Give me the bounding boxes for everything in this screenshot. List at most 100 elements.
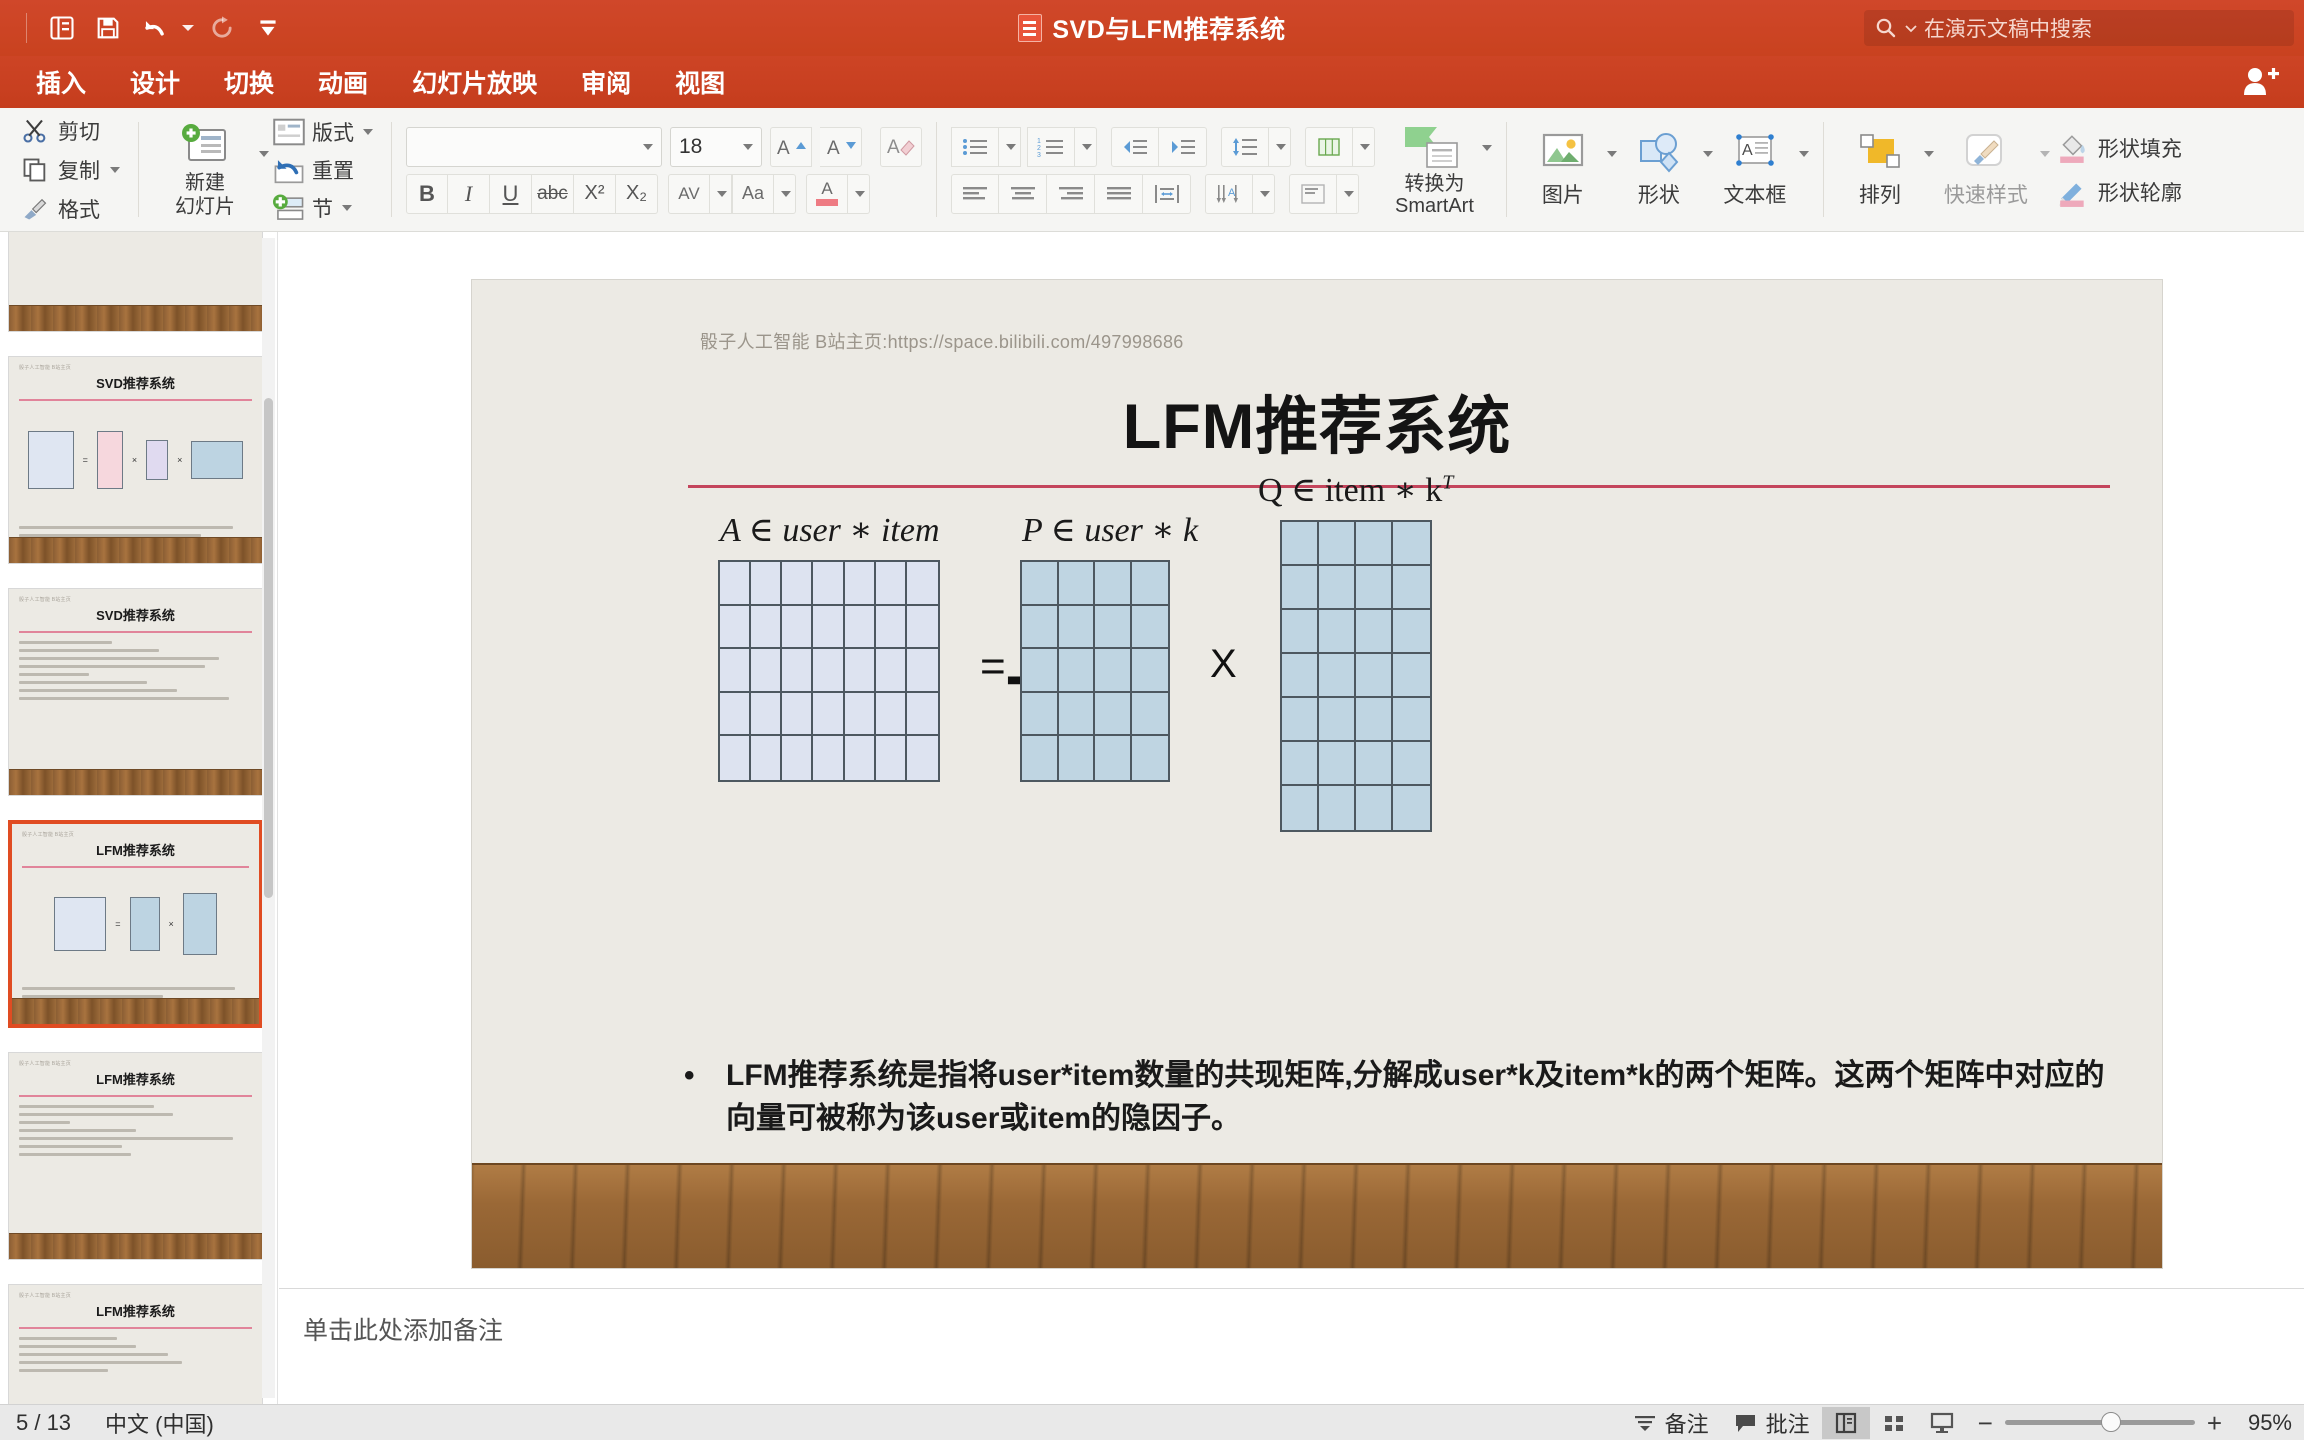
- arrange-caret-icon[interactable]: [1922, 131, 1934, 175]
- convert-to-smartart-button[interactable]: 转换为 SmartArt: [1389, 123, 1480, 218]
- format-painter-button[interactable]: 格式: [16, 192, 124, 226]
- font-size-input[interactable]: 18: [670, 126, 762, 167]
- grow-font-button[interactable]: A: [770, 126, 812, 167]
- new-slide-button[interactable]: 新建 幻灯片: [153, 122, 257, 219]
- menu-item-animations[interactable]: 动画: [296, 60, 390, 104]
- menu-item-design[interactable]: 设计: [108, 60, 202, 104]
- align-left-button[interactable]: [951, 173, 999, 214]
- shape-outline-button[interactable]: 形状轮廓: [2056, 173, 2182, 211]
- layout-caret-icon[interactable]: [363, 129, 373, 135]
- zoom-slider-knob[interactable]: [2100, 1412, 2121, 1432]
- copy-caret-icon[interactable]: [110, 167, 120, 173]
- subscript-button[interactable]: X₂: [616, 173, 658, 214]
- zoom-out-button[interactable]: −: [1978, 1410, 1993, 1436]
- italic-button[interactable]: I: [448, 173, 490, 214]
- customize-toolbar-icon[interactable]: [245, 6, 291, 50]
- slide-title[interactable]: LFM推荐系统: [472, 376, 2162, 467]
- current-slide[interactable]: 骰子人工智能 B站主页:https://space.bilibili.com/4…: [472, 280, 2162, 1268]
- strikethrough-button[interactable]: abc: [532, 173, 574, 214]
- arrange-button[interactable]: 排列: [1838, 131, 1922, 209]
- text-direction-caret-icon[interactable]: [1253, 173, 1275, 214]
- shapes-caret-icon[interactable]: [1701, 131, 1713, 175]
- font-name-input[interactable]: [406, 126, 662, 167]
- slide-thumbnail-pane[interactable]: 骰子人工智能 B站主页 骰子人工智能 B站主页 SVD推荐系统: [0, 232, 278, 1404]
- cut-button[interactable]: 剪切: [16, 114, 124, 148]
- line-spacing-button[interactable]: [1221, 126, 1269, 167]
- columns-caret-icon[interactable]: [1353, 126, 1375, 167]
- new-presentation-icon[interactable]: [39, 6, 85, 50]
- shape-fill-button[interactable]: 形状填充: [2056, 129, 2182, 167]
- menu-item-insert[interactable]: 插入: [14, 60, 108, 104]
- slide-thumbnail-5[interactable]: 骰子人工智能 B站主页 LFM推荐系统: [8, 1052, 263, 1260]
- menu-item-review[interactable]: 审阅: [559, 60, 653, 104]
- character-spacing-caret-icon[interactable]: [710, 173, 732, 214]
- quick-styles-caret-icon[interactable]: [2038, 131, 2050, 175]
- superscript-button[interactable]: X²: [574, 173, 616, 214]
- numbering-caret-icon[interactable]: [1075, 126, 1097, 167]
- align-text-button[interactable]: [1289, 173, 1337, 214]
- align-text-caret-icon[interactable]: [1337, 173, 1359, 214]
- share-user-icon[interactable]: [2240, 64, 2280, 100]
- slide-thumbnail-6[interactable]: 骰子人工智能 B站主页 LFM推荐系统: [8, 1284, 263, 1404]
- section-caret-icon[interactable]: [342, 205, 352, 211]
- textbox-caret-icon[interactable]: [1797, 131, 1809, 175]
- redo-icon[interactable]: [199, 6, 245, 50]
- copy-button[interactable]: 复制: [16, 153, 124, 187]
- reset-button[interactable]: 重置: [269, 154, 377, 186]
- underline-button[interactable]: U: [490, 173, 532, 214]
- change-case-caret-icon[interactable]: [774, 173, 796, 214]
- bold-button[interactable]: B: [406, 173, 448, 214]
- zoom-slider-track[interactable]: [2004, 1412, 2195, 1432]
- font-size-caret-icon[interactable]: [743, 143, 753, 150]
- slide-thumbnail-3[interactable]: 骰子人工智能 B站主页 SVD推荐系统: [8, 588, 263, 796]
- font-name-caret-icon[interactable]: [643, 143, 653, 150]
- view-slide-sorter-button[interactable]: [1870, 1407, 1918, 1439]
- clear-formatting-button[interactable]: A: [880, 126, 922, 167]
- slide-thumbnail-1[interactable]: 骰子人工智能 B站主页: [8, 232, 263, 332]
- undo-dropdown-caret-icon[interactable]: [177, 6, 199, 50]
- distribute-button[interactable]: [1143, 173, 1191, 214]
- shrink-font-button[interactable]: A: [820, 126, 862, 167]
- menu-item-transitions[interactable]: 切换: [202, 60, 296, 104]
- language-indicator[interactable]: 中文 (中国): [105, 1407, 214, 1439]
- shapes-button[interactable]: 形状: [1617, 131, 1701, 209]
- thumbnail-scrollbar-thumb[interactable]: [264, 398, 273, 898]
- text-direction-button[interactable]: A: [1205, 173, 1253, 214]
- search-input[interactable]: 在演示文稿中搜索: [1864, 10, 2294, 46]
- menu-item-view[interactable]: 视图: [653, 60, 747, 104]
- view-normal-button[interactable]: [1821, 1406, 1870, 1439]
- align-right-button[interactable]: [1047, 173, 1095, 214]
- change-case-button[interactable]: Aa: [732, 173, 774, 214]
- comments-button[interactable]: 批注: [1721, 1404, 1822, 1440]
- slide-thumbnail-4[interactable]: 骰子人工智能 B站主页 LFM推荐系统 = ×: [8, 820, 263, 1028]
- thumbnail-scrollbar[interactable]: [262, 238, 275, 1398]
- layout-button[interactable]: 版式: [269, 116, 377, 148]
- line-spacing-caret-icon[interactable]: [1269, 126, 1291, 167]
- save-icon[interactable]: [85, 6, 131, 50]
- justify-button[interactable]: [1095, 173, 1143, 214]
- zoom-level-label[interactable]: 95%: [2234, 1410, 2292, 1436]
- bullets-button[interactable]: [951, 126, 999, 167]
- quick-styles-button[interactable]: 快速样式: [1934, 131, 2038, 209]
- textbox-button[interactable]: A 文本框: [1713, 131, 1797, 209]
- decrease-indent-button[interactable]: [1111, 126, 1159, 167]
- notes-toggle-button[interactable]: 备注: [1620, 1404, 1721, 1440]
- picture-button[interactable]: 图片: [1521, 131, 1605, 209]
- align-center-button[interactable]: [999, 173, 1047, 214]
- menu-item-slideshow[interactable]: 幻灯片放映: [390, 60, 559, 104]
- slide-bullet-paragraph[interactable]: • LFM推荐系统是指将user*item数量的共现矩阵,分解成user*k及i…: [684, 1055, 2110, 1140]
- new-slide-caret-icon[interactable]: [257, 108, 269, 232]
- font-color-button[interactable]: A: [806, 173, 848, 214]
- font-color-caret-icon[interactable]: [848, 173, 870, 214]
- smartart-caret-icon[interactable]: [1480, 123, 1492, 169]
- increase-indent-button[interactable]: [1159, 126, 1207, 167]
- section-button[interactable]: 节: [269, 192, 377, 224]
- view-reading-button[interactable]: [1918, 1407, 1966, 1439]
- bullets-caret-icon[interactable]: [999, 126, 1021, 167]
- slide-thumbnail-2[interactable]: 骰子人工智能 B站主页 SVD推荐系统 = × ×: [8, 356, 263, 564]
- undo-icon[interactable]: [131, 6, 177, 50]
- picture-caret-icon[interactable]: [1605, 131, 1617, 175]
- columns-button[interactable]: [1305, 126, 1353, 167]
- numbering-button[interactable]: 123: [1027, 126, 1075, 167]
- character-spacing-button[interactable]: AV: [668, 173, 710, 214]
